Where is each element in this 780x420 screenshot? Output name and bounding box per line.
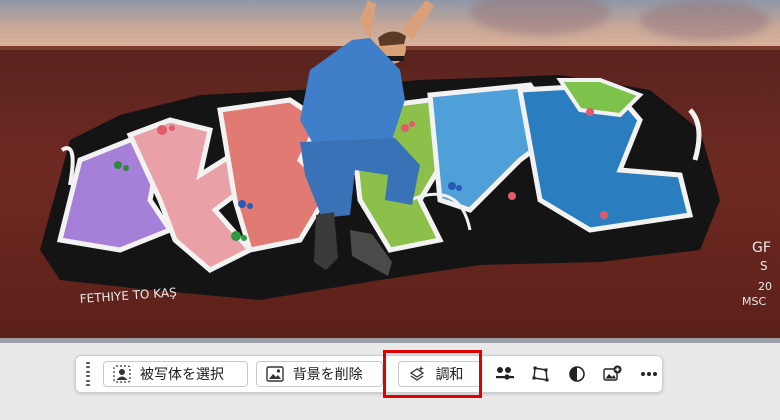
image-remove-icon xyxy=(265,364,285,384)
graffiti-art: FETHIYE TO KAŞ GF S 20 MSC xyxy=(40,0,772,308)
svg-text:MSC: MSC xyxy=(742,295,766,308)
drag-handle-icon[interactable] xyxy=(81,362,95,386)
remove-background-button[interactable]: 背景を削除 xyxy=(255,361,384,387)
contrast-mask-icon[interactable] xyxy=(564,361,590,387)
image-canvas[interactable]: FETHIYE TO KAŞ GF S 20 MSC xyxy=(0,0,780,343)
harmonize-sparkle-icon xyxy=(407,364,427,384)
svg-text:GF: GF xyxy=(752,240,771,256)
svg-text:S: S xyxy=(760,259,768,273)
more-icon[interactable] xyxy=(636,361,662,387)
add-image-layer-icon[interactable] xyxy=(600,361,626,387)
person-select-icon xyxy=(112,364,132,384)
svg-text:20: 20 xyxy=(758,280,772,293)
harmonize-button[interactable]: 調和 xyxy=(398,361,483,387)
harmonize-label: 調和 xyxy=(435,367,464,383)
select-subject-label: 被写体を選択 xyxy=(139,367,224,383)
svg-text:FETHIYE TO KAŞ: FETHIYE TO KAŞ xyxy=(79,285,177,306)
adjust-sliders-icon[interactable] xyxy=(492,361,518,387)
transform-shape-icon[interactable] xyxy=(528,361,554,387)
remove-background-label: 背景を削除 xyxy=(292,367,363,383)
select-subject-button[interactable]: 被写体を選択 xyxy=(102,361,248,387)
canvas-bottom-edge xyxy=(0,338,780,343)
contextual-task-bar: 被写体を選択 背景を削除 調和 xyxy=(75,355,663,393)
